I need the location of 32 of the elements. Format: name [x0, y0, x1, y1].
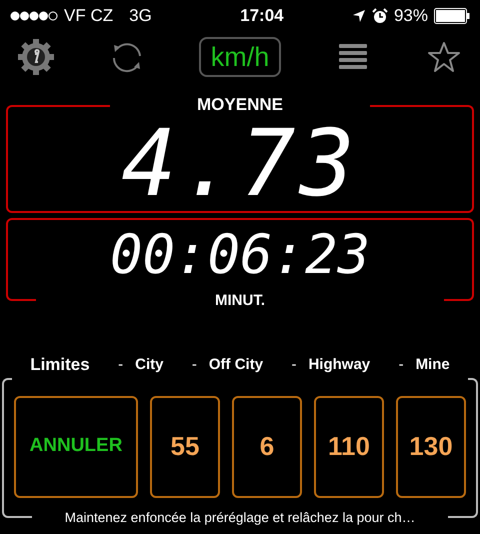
unit-button[interactable]: km/h: [198, 37, 282, 77]
separator-dash: -: [118, 354, 124, 374]
preset-button[interactable]: 55: [150, 396, 220, 498]
star-icon: [426, 41, 461, 73]
alarm-clock-icon: [372, 8, 388, 24]
clock-time: 17:04: [240, 5, 284, 28]
limits-title: Limites: [30, 354, 90, 376]
duration-label: MINUT.: [214, 291, 266, 311]
menu-icon: [338, 43, 367, 71]
column-header: Mine: [416, 354, 450, 374]
column-header: Off City: [208, 354, 264, 374]
hint-text: Maintenez enfoncée la préréglage et relâchez la pour ch…: [64, 508, 416, 527]
column-header: City: [135, 354, 164, 374]
preset-button[interactable]: 130: [396, 396, 466, 498]
separator-dash: -: [192, 354, 197, 374]
battery-icon: [434, 8, 470, 24]
separator-dash: -: [398, 354, 404, 374]
signal-icon: [10, 11, 58, 21]
column-header: Highway: [308, 354, 370, 374]
average-speed: 4.73: [121, 118, 359, 210]
carrier-name: VF CZ: [64, 5, 114, 28]
info-gear-button[interactable]: [16, 37, 56, 77]
average-label: MOYENNE: [196, 94, 284, 116]
preset-button[interactable]: 6: [232, 396, 302, 498]
location-arrow-icon: [352, 9, 366, 23]
elapsed-time: 00:06:23: [110, 228, 370, 282]
cancel-button[interactable]: ANNULER: [14, 396, 138, 498]
network-type: 3G: [129, 5, 152, 28]
battery-percent: 93%: [394, 5, 428, 28]
info-gear-icon: [17, 38, 55, 76]
preset-button[interactable]: 110: [314, 396, 384, 498]
separator-dash: -: [291, 354, 296, 374]
